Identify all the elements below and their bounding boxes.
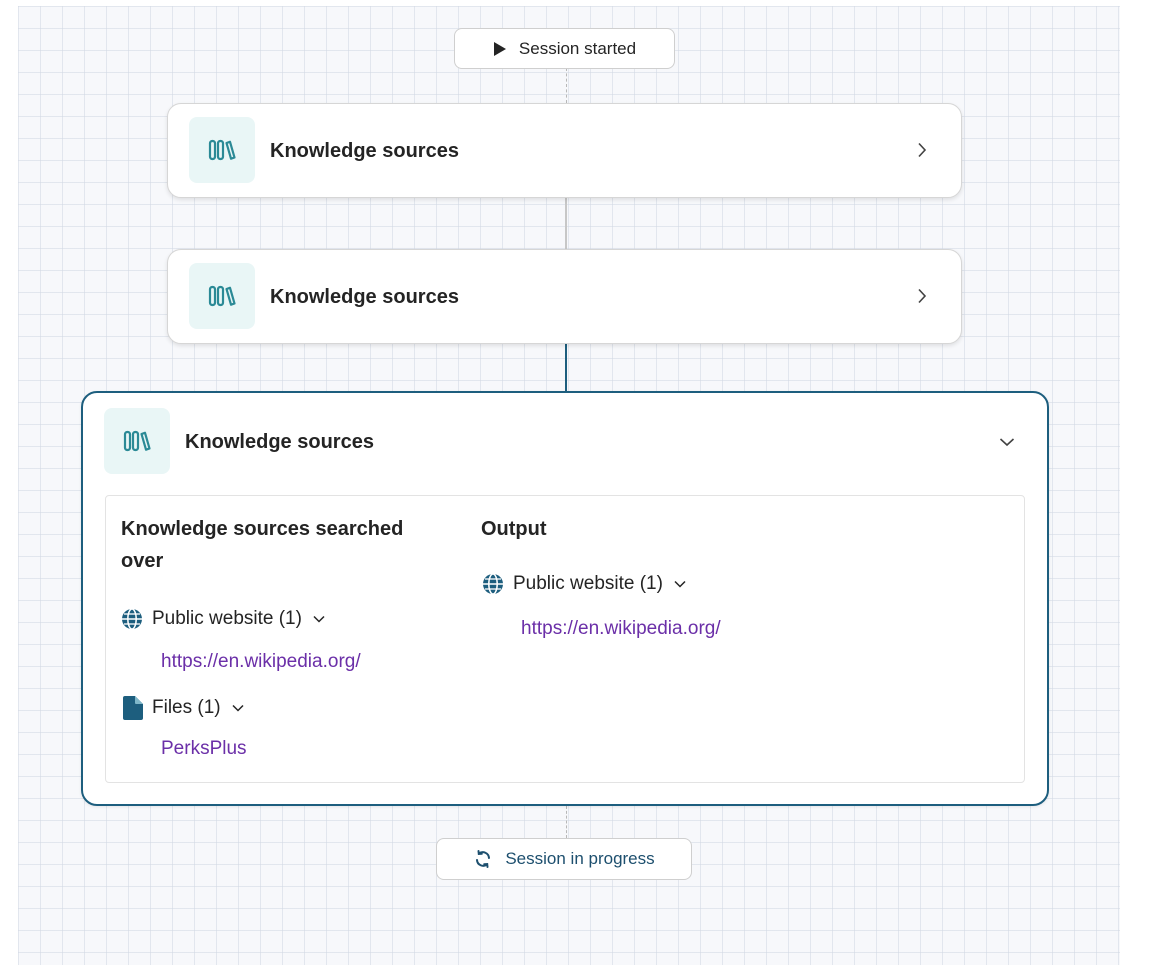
files-label: Files (1) xyxy=(152,697,221,718)
library-books-icon xyxy=(189,263,255,329)
chevron-down-icon xyxy=(313,615,325,623)
session-in-progress-pill[interactable]: Session in progress xyxy=(436,838,692,880)
public-website-label: Public website (1) xyxy=(513,573,663,594)
refresh-icon xyxy=(473,849,493,869)
document-icon xyxy=(123,696,143,720)
chevron-right-icon[interactable] xyxy=(910,138,934,162)
session-in-progress-label: Session in progress xyxy=(505,849,655,868)
session-started-label: Session started xyxy=(518,38,637,58)
connector-start xyxy=(566,68,567,103)
knowledge-details-panel: Knowledge sources searched over Public w… xyxy=(105,495,1025,783)
chevron-down-icon xyxy=(232,704,244,712)
chevron-right-icon[interactable] xyxy=(910,284,934,308)
output-website-link[interactable]: https://en.wikipedia.org/ xyxy=(521,618,721,640)
output-public-website-toggle[interactable]: Public website (1) xyxy=(482,573,686,595)
searched-over-heading: Knowledge sources searched over xyxy=(121,518,404,572)
file-link[interactable]: PerksPlus xyxy=(161,738,247,760)
knowledge-sources-node-expanded[interactable]: Knowledge sources Knowledge sources sear… xyxy=(81,391,1049,806)
play-icon xyxy=(493,41,507,57)
connector-1-2 xyxy=(565,197,567,249)
website-link[interactable]: https://en.wikipedia.org/ xyxy=(161,651,361,673)
connector-end xyxy=(566,806,567,838)
globe-icon xyxy=(482,573,504,595)
public-website-toggle[interactable]: Public website (1) xyxy=(121,608,325,630)
files-toggle[interactable]: Files (1) xyxy=(123,696,244,720)
session-started-pill[interactable]: Session started xyxy=(454,28,675,69)
connector-2-3 xyxy=(565,343,567,392)
library-books-icon xyxy=(104,408,170,474)
node-title: Knowledge sources xyxy=(185,431,374,453)
knowledge-sources-node-2[interactable]: Knowledge sources xyxy=(167,249,962,344)
knowledge-sources-node-1[interactable]: Knowledge sources xyxy=(167,103,962,198)
node-title: Knowledge sources xyxy=(270,286,459,308)
public-website-label: Public website (1) xyxy=(152,608,302,629)
globe-icon xyxy=(121,608,143,630)
chevron-down-icon[interactable] xyxy=(995,430,1019,454)
node-title: Knowledge sources xyxy=(270,140,459,162)
output-heading: Output xyxy=(481,518,547,540)
library-books-icon xyxy=(189,117,255,183)
chevron-down-icon xyxy=(674,580,686,588)
